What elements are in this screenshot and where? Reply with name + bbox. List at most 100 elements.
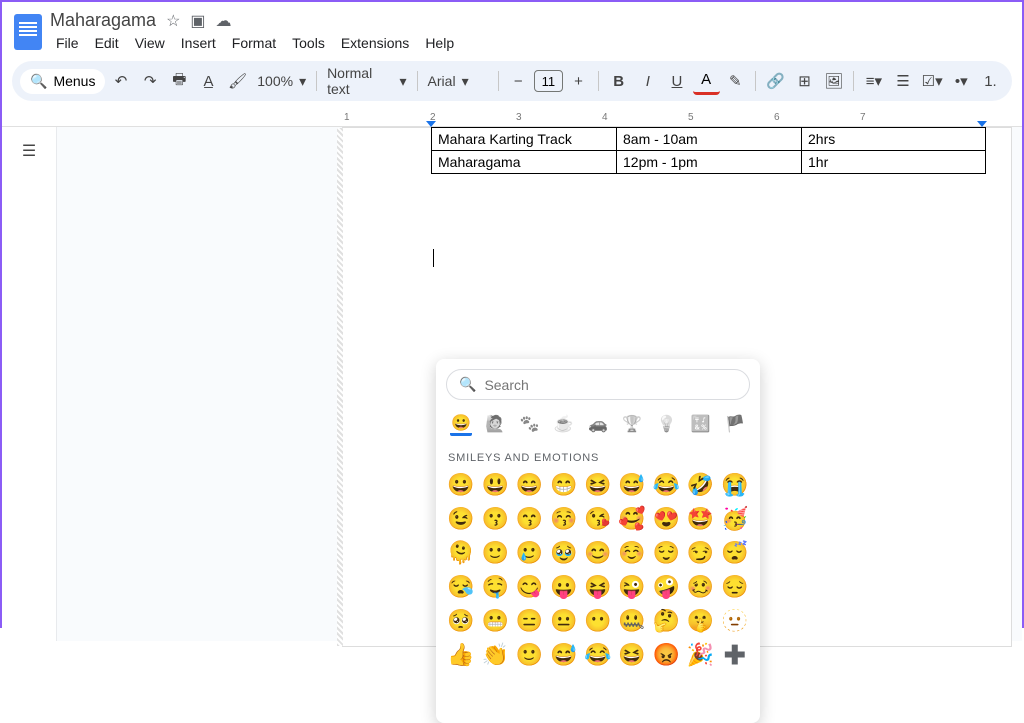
emoji-item[interactable]: 😬: [480, 606, 510, 636]
emoji-item[interactable]: 😚: [549, 504, 579, 534]
italic-button[interactable]: I: [634, 67, 661, 95]
menu-extensions[interactable]: Extensions: [335, 33, 415, 53]
emoji-item[interactable]: 🥳: [720, 504, 750, 534]
content-table[interactable]: Mahara Karting Track 8am - 10am 2hrs Mah…: [431, 127, 986, 174]
emoji-item[interactable]: 😊: [583, 538, 613, 568]
person-icon[interactable]: 🙋: [484, 412, 506, 436]
menu-view[interactable]: View: [129, 33, 171, 53]
docs-app-icon[interactable]: [14, 14, 42, 50]
emoji-item[interactable]: 🤐: [617, 606, 647, 636]
star-icon[interactable]: ☆: [166, 11, 180, 31]
redo-button[interactable]: ↷: [137, 67, 164, 95]
doc-title[interactable]: Maharagama: [50, 10, 156, 31]
emoji-item[interactable]: 😏: [686, 538, 716, 568]
menu-insert[interactable]: Insert: [175, 33, 222, 53]
emoji-item[interactable]: 🫥: [720, 606, 750, 636]
emoji-item[interactable]: 🙂: [514, 640, 544, 670]
emoji-item[interactable]: 😶: [583, 606, 613, 636]
emoji-item[interactable]: 👏: [480, 640, 510, 670]
emoji-item[interactable]: 🤣: [686, 470, 716, 500]
emoji-item[interactable]: 😘: [583, 504, 613, 534]
emoji-item[interactable]: 🫠: [446, 538, 476, 568]
font-dropdown[interactable]: Arial ▾: [424, 73, 492, 90]
menu-help[interactable]: Help: [419, 33, 460, 53]
emoji-item[interactable]: 😅: [549, 640, 579, 670]
image-button[interactable]: 🖼: [820, 67, 847, 95]
emoji-item[interactable]: 🙂: [480, 538, 510, 568]
emoji-item[interactable]: 🥺: [446, 606, 476, 636]
checklist-button[interactable]: ☑▾: [919, 67, 946, 95]
emoji-search-input[interactable]: [484, 377, 737, 393]
emoji-item[interactable]: 😙: [514, 504, 544, 534]
food-icon[interactable]: ☕: [553, 412, 575, 436]
animal-icon[interactable]: 🐾: [519, 412, 541, 436]
emoji-item[interactable]: 🥰: [617, 504, 647, 534]
font-size-input[interactable]: 11: [534, 70, 563, 92]
emoji-item[interactable]: 😍: [651, 504, 681, 534]
style-dropdown[interactable]: Normal text ▾: [323, 65, 411, 97]
emoji-item[interactable]: 🎉: [686, 640, 716, 670]
print-button[interactable]: 🖶: [166, 67, 193, 95]
cloud-status-icon[interactable]: ☁: [216, 11, 232, 31]
emoji-item[interactable]: 😆: [583, 470, 613, 500]
emoji-item[interactable]: ☺️: [617, 538, 647, 568]
emoji-item[interactable]: 😃: [480, 470, 510, 500]
align-button[interactable]: ≡▾: [860, 67, 887, 95]
emoji-item[interactable]: 😌: [651, 538, 681, 568]
text-color-button[interactable]: A: [693, 67, 720, 95]
decrease-font-button[interactable]: −: [505, 67, 532, 95]
emoji-item[interactable]: 🤪: [651, 572, 681, 602]
outline-icon[interactable]: ☰: [2, 141, 56, 161]
paint-format-button[interactable]: 🖌: [224, 67, 251, 95]
bullet-list-button[interactable]: •▾: [948, 67, 975, 95]
emoji-item[interactable]: 🤩: [686, 504, 716, 534]
emoji-item[interactable]: 🥹: [549, 538, 579, 568]
bold-button[interactable]: B: [605, 67, 632, 95]
emoji-item[interactable]: 😗: [480, 504, 510, 534]
menu-format[interactable]: Format: [226, 33, 282, 53]
emoji-item[interactable]: 😭: [720, 470, 750, 500]
comment-button[interactable]: ⊞: [791, 67, 818, 95]
emoji-item[interactable]: 😀: [446, 470, 476, 500]
emoji-item[interactable]: 😝: [583, 572, 613, 602]
move-icon[interactable]: ▣: [190, 11, 205, 31]
line-spacing-button[interactable]: ☰: [889, 67, 916, 95]
emoji-item[interactable]: 😆: [617, 640, 647, 670]
emoji-item[interactable]: 😅: [617, 470, 647, 500]
ruler[interactable]: 1 2 3 4 5 6 7: [2, 111, 1022, 127]
activity-icon[interactable]: 🏆: [621, 412, 643, 436]
emoji-item[interactable]: 😂: [651, 470, 681, 500]
emoji-item[interactable]: 😴: [720, 538, 750, 568]
travel-icon[interactable]: 🚗: [587, 412, 609, 436]
zoom-dropdown[interactable]: 100% ▾: [253, 73, 310, 90]
emoji-item[interactable]: 😉: [446, 504, 476, 534]
emoji-search[interactable]: 🔍: [446, 369, 750, 400]
menu-tools[interactable]: Tools: [286, 33, 331, 53]
link-button[interactable]: 🔗: [762, 67, 789, 95]
emoji-item[interactable]: 😪: [446, 572, 476, 602]
emoji-item[interactable]: 🤫: [686, 606, 716, 636]
number-list-button[interactable]: 1.: [977, 67, 1004, 95]
undo-button[interactable]: ↶: [107, 67, 134, 95]
emoji-item[interactable]: 🤔: [651, 606, 681, 636]
symbol-icon[interactable]: 🔣: [690, 412, 712, 436]
emoji-item[interactable]: 😐: [549, 606, 579, 636]
menu-file[interactable]: File: [50, 33, 85, 53]
spellcheck-button[interactable]: A̲: [195, 67, 222, 95]
menu-edit[interactable]: Edit: [89, 33, 125, 53]
smiley-icon[interactable]: 😀: [450, 412, 472, 436]
emoji-item[interactable]: 😄: [514, 470, 544, 500]
emoji-item[interactable]: 🥲: [514, 538, 544, 568]
emoji-item[interactable]: 🥴: [686, 572, 716, 602]
increase-font-button[interactable]: +: [565, 67, 592, 95]
emoji-item[interactable]: 😛: [549, 572, 579, 602]
emoji-item[interactable]: 😂: [583, 640, 613, 670]
emoji-item[interactable]: 😋: [514, 572, 544, 602]
emoji-add-button[interactable]: ✚: [720, 640, 750, 670]
underline-button[interactable]: U: [663, 67, 690, 95]
emoji-item[interactable]: 👍: [446, 640, 476, 670]
object-icon[interactable]: 💡: [656, 412, 678, 436]
emoji-item[interactable]: 😡: [651, 640, 681, 670]
emoji-item[interactable]: 😔: [720, 572, 750, 602]
highlight-button[interactable]: ✎: [722, 67, 749, 95]
